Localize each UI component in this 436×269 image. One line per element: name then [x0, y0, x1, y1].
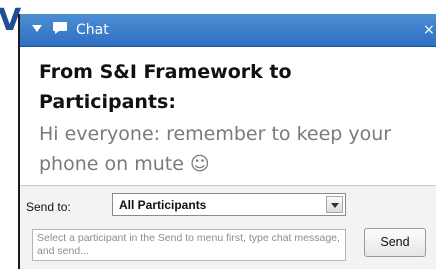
chat-panel: Chat × From S&I Framework to Participant… [18, 14, 436, 269]
send-to-value: All Participants [119, 198, 207, 212]
send-to-dropdown-button[interactable] [326, 196, 343, 213]
send-to-select[interactable]: All Participants [112, 193, 346, 216]
screenshot-root: V Chat × From S&I Framework to Participa… [0, 0, 436, 269]
collapse-arrow-icon[interactable] [32, 25, 42, 32]
chat-title: Chat [76, 22, 109, 38]
message-sender: From S&I Framework to Participants: [39, 61, 292, 113]
chat-message-input[interactable]: Select a participant in the Send to menu… [32, 229, 346, 261]
message-body: Hi everyone: remember to keep your phone… [39, 123, 392, 175]
send-button[interactable]: Send [364, 228, 426, 257]
chevron-down-icon [331, 203, 339, 208]
close-icon[interactable]: × [423, 20, 435, 40]
send-to-label: Send to: [26, 200, 71, 214]
chat-title-bar[interactable]: Chat × [20, 14, 436, 47]
chat-bubble-icon [53, 22, 67, 34]
chat-message-area[interactable]: From S&I Framework to Participants: Hi e… [20, 47, 436, 185]
chat-compose-area: Send to: All Participants Select a parti… [20, 185, 436, 269]
